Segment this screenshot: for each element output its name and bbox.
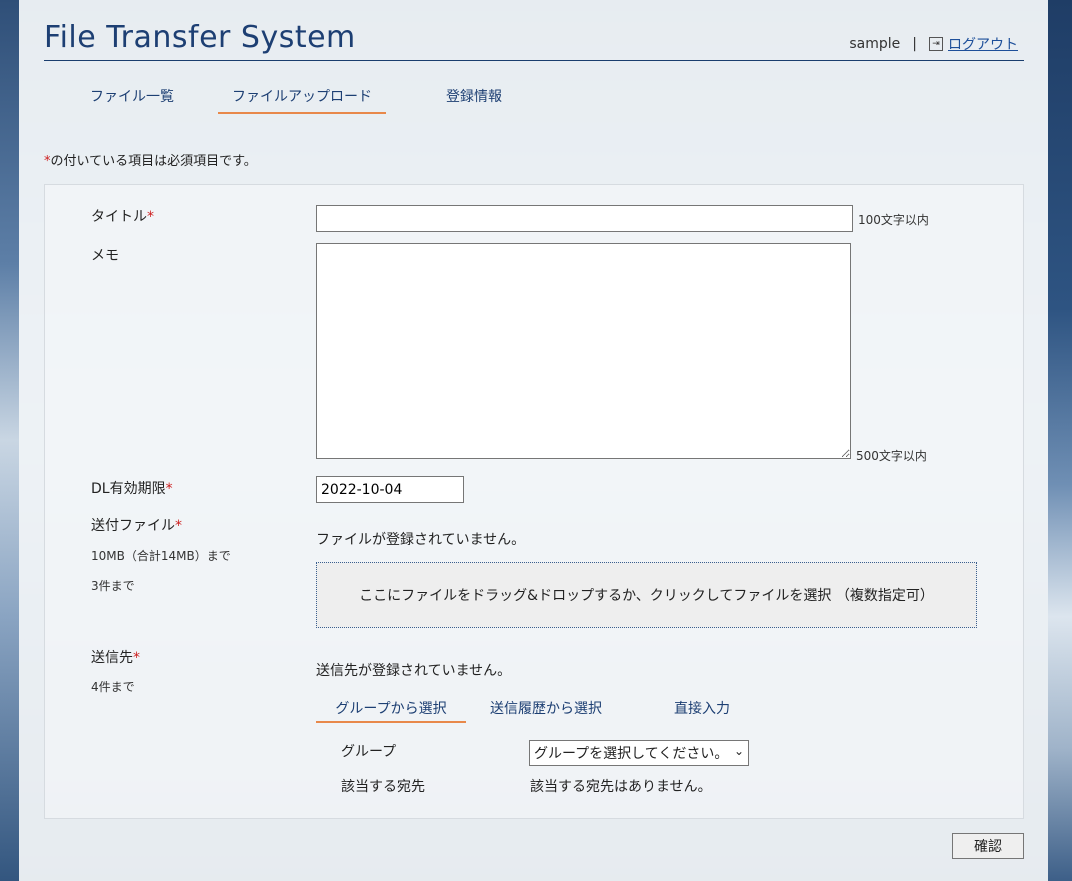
files-count-limit: 3件まで [91, 579, 135, 593]
chevron-down-icon: ⌄ [733, 744, 744, 758]
user-area: sample | ⇥ ログアウト [849, 34, 1018, 54]
match-value: 該当する宛先はありません。 [530, 779, 712, 795]
logout-icon[interactable]: ⇥ [929, 37, 943, 51]
recipients-empty-message: 送信先が登録されていません。 [316, 663, 512, 679]
app-title: File Transfer System [44, 20, 356, 55]
required-mark: * [133, 650, 140, 666]
required-mark: * [165, 481, 173, 497]
expiry-date-input[interactable] [316, 476, 464, 503]
title-limit-hint: 100文字以内 [858, 213, 929, 227]
title-input[interactable] [316, 205, 853, 232]
page-header: File Transfer System sample | ⇥ ログアウト [44, 0, 1024, 61]
group-select[interactable]: グループを選択してください。 ⌄ [529, 740, 749, 766]
required-note: *の付いている項目は必須項目です。 [44, 150, 257, 169]
title-label-text: タイトル [91, 209, 147, 225]
required-mark: * [175, 518, 182, 534]
separator: | [912, 36, 917, 52]
confirm-button[interactable]: 確認 [952, 833, 1024, 859]
recipients-label-text: 送信先 [91, 650, 133, 666]
tab-file-list[interactable]: ファイル一覧 [74, 80, 190, 112]
expiry-label: DL有効期限* [91, 478, 173, 498]
subtab-history-select[interactable]: 送信履歴から選択 [478, 695, 614, 721]
match-label: 該当する宛先 [341, 779, 425, 795]
background-sky-right [1048, 0, 1072, 881]
subtab-direct-input[interactable]: 直接入力 [650, 695, 754, 721]
tab-registration-info[interactable]: 登録情報 [424, 80, 524, 112]
files-label-text: 送付ファイル [91, 518, 175, 534]
expiry-label-text: DL有効期限 [91, 481, 166, 497]
file-dropzone[interactable]: ここにファイルをドラッグ&ドロップするか、クリックしてファイルを選択 （複数指定… [316, 562, 977, 628]
recipients-label: 送信先* [91, 647, 140, 667]
required-note-text: の付いている項目は必須項目です。 [50, 154, 257, 169]
subtab-group-select[interactable]: グループから選択 [316, 695, 466, 723]
required-mark: * [147, 209, 154, 225]
files-empty-message: ファイルが登録されていません。 [316, 532, 526, 548]
files-label: 送付ファイル* [91, 515, 182, 535]
memo-label: メモ [91, 248, 119, 264]
username: sample [849, 36, 901, 52]
background-sky-left [0, 0, 19, 881]
title-label: タイトル* [91, 206, 154, 226]
tab-file-upload[interactable]: ファイルアップロード [218, 80, 386, 114]
memo-textarea[interactable] [316, 243, 851, 459]
group-select-value: グループを選択してください。 [534, 746, 729, 762]
files-size-limit: 10MB（合計14MB）まで [91, 549, 231, 563]
recipients-count-limit: 4件まで [91, 680, 135, 694]
memo-limit-hint: 500文字以内 [856, 449, 927, 463]
logout-link[interactable]: ログアウト [948, 34, 1018, 54]
group-label: グループ [341, 744, 397, 760]
